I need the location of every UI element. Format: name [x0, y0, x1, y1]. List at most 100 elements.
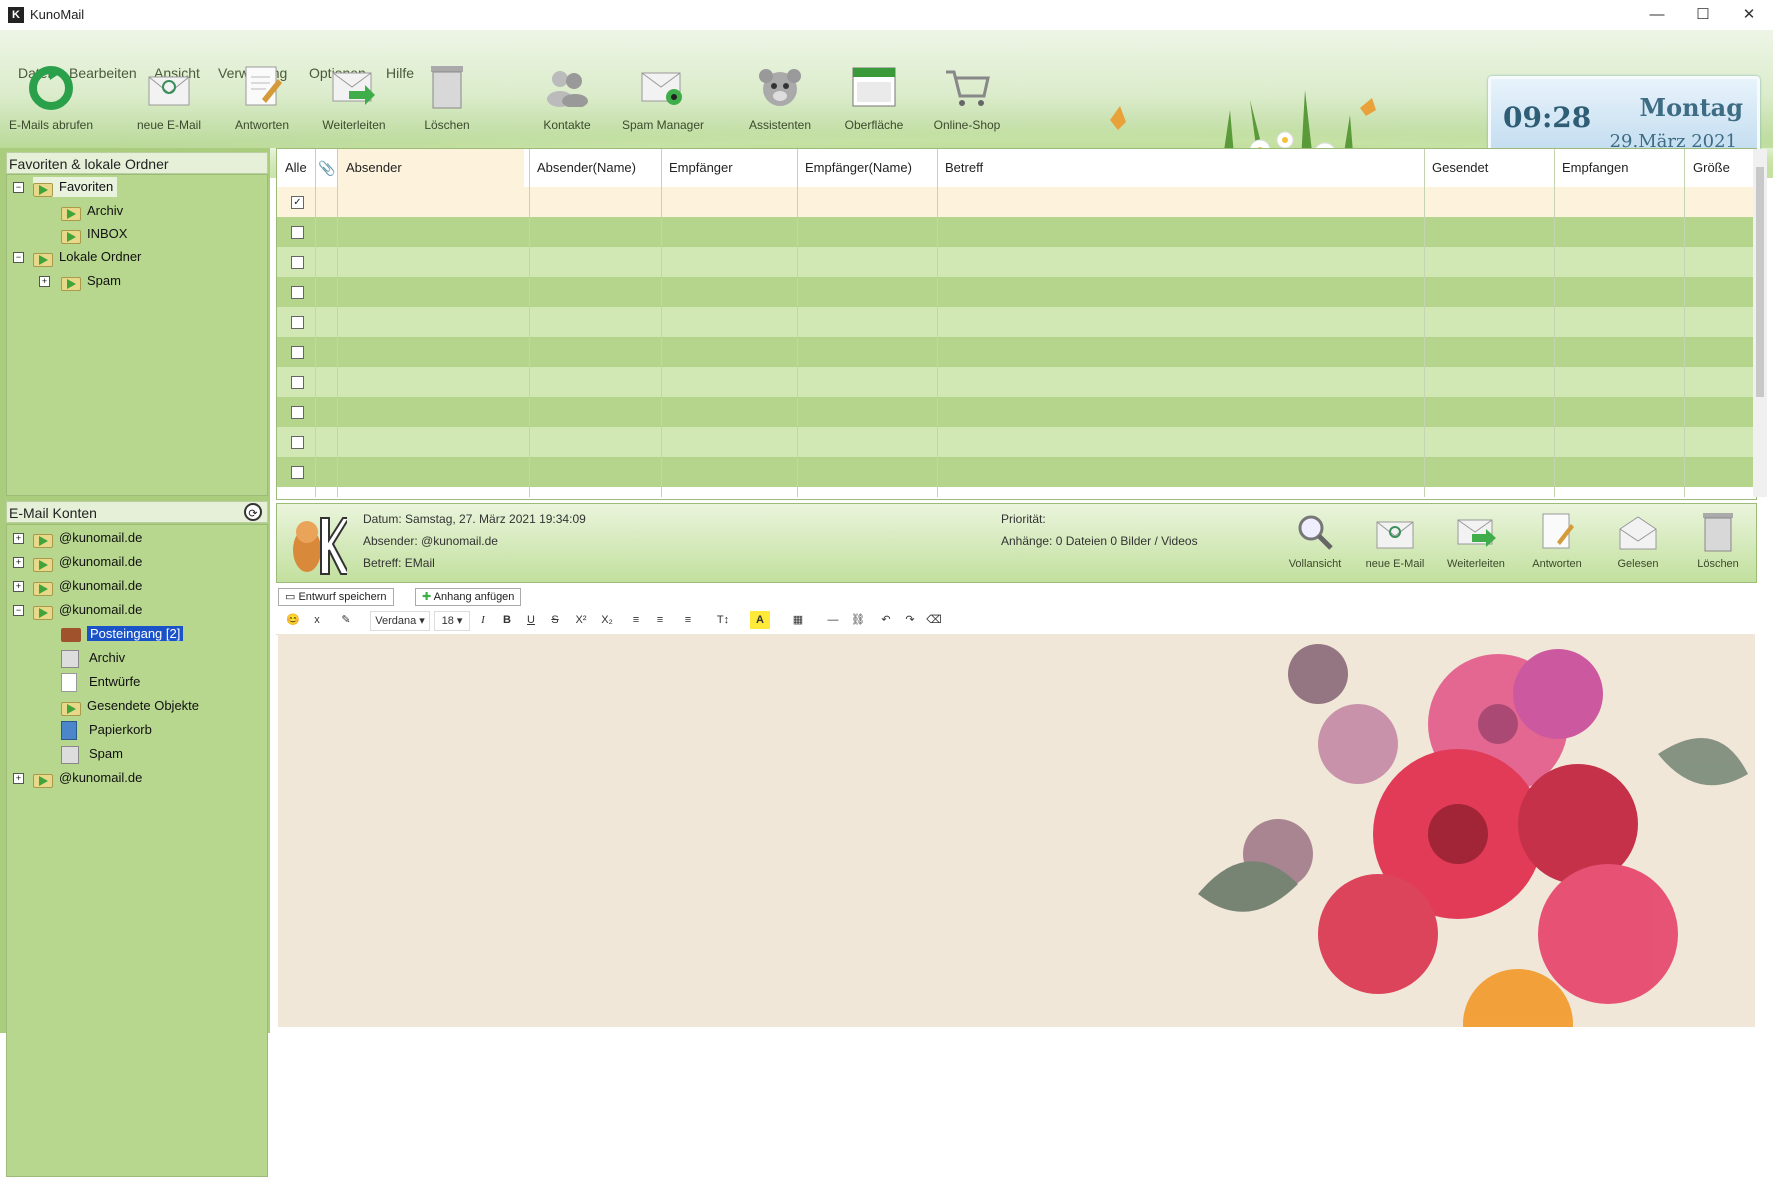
row-checkbox[interactable]: [291, 346, 304, 359]
tree-item-favoriten[interactable]: Favoriten: [33, 177, 118, 197]
preview-new-mail-button[interactable]: neue E-Mail: [1360, 512, 1430, 570]
account-item[interactable]: @kunomail.de: [33, 768, 142, 788]
sync-icon[interactable]: ⟳: [244, 503, 262, 521]
attach-file-tab[interactable]: ✚ Anhang anfügen: [415, 588, 522, 606]
tree-item-spam[interactable]: Spam: [61, 271, 121, 291]
font-size-select[interactable]: 18 ▾: [434, 611, 470, 631]
align-button[interactable]: ≡: [674, 611, 702, 629]
col-empfaenger[interactable]: Empfänger: [669, 149, 733, 187]
scrollbar-thumb[interactable]: [1756, 167, 1764, 397]
account-item[interactable]: @kunomail.de: [33, 552, 142, 572]
tree-item-lokale-ordner[interactable]: Lokale Ordner: [33, 247, 141, 267]
table-button[interactable]: ▦: [784, 611, 812, 629]
col-groesse[interactable]: Größe: [1693, 149, 1730, 187]
close-button[interactable]: ✕: [1726, 0, 1772, 30]
ordered-list-button[interactable]: ≡: [626, 611, 646, 629]
underline-button[interactable]: U: [522, 611, 540, 629]
col-gesendet[interactable]: Gesendet: [1432, 149, 1488, 187]
row-checkbox[interactable]: [291, 286, 304, 299]
row-checkbox[interactable]: [291, 226, 304, 239]
attachment-icon[interactable]: 📎: [318, 149, 335, 187]
text-size-button[interactable]: T↕: [708, 611, 738, 629]
toolbar-fetch-mail-button[interactable]: E-Mails abrufen: [8, 64, 94, 144]
table-row[interactable]: [277, 307, 1753, 337]
toolbar-contacts-button[interactable]: Kontakte: [524, 64, 610, 144]
collapse-icon[interactable]: −: [13, 252, 24, 263]
preview-forward-button[interactable]: Weiterleiten: [1441, 512, 1511, 570]
col-empfangen[interactable]: Empfangen: [1562, 149, 1629, 187]
toolbar-spam-manager-button[interactable]: Spam Manager: [620, 64, 706, 144]
account-item[interactable]: @kunomail.de: [33, 576, 142, 596]
remove-format-button[interactable]: x: [308, 611, 326, 629]
clear-button[interactable]: ⌫: [924, 611, 944, 629]
text-color-button[interactable]: A: [750, 611, 770, 629]
table-row[interactable]: [277, 367, 1753, 397]
table-row[interactable]: ✓: [277, 187, 1753, 217]
account-item[interactable]: @kunomail.de: [33, 600, 142, 620]
row-checkbox[interactable]: [291, 376, 304, 389]
folder-posteingang[interactable]: Posteingang [2]: [61, 624, 184, 644]
link-button[interactable]: ⛓: [848, 611, 868, 629]
row-checkbox[interactable]: [291, 466, 304, 479]
redo-button[interactable]: ↷: [900, 611, 920, 629]
toolbar-theme-button[interactable]: Oberfläche: [831, 64, 917, 144]
italic-button[interactable]: I: [474, 611, 492, 629]
col-empfaenger-name[interactable]: Empfänger(Name): [805, 149, 912, 187]
list-scrollbar[interactable]: [1753, 149, 1767, 497]
table-row[interactable]: [277, 397, 1753, 427]
horizontal-rule-button[interactable]: —: [824, 611, 842, 629]
subscript-button[interactable]: X₂: [596, 611, 618, 629]
toolbar-new-mail-button[interactable]: neue E-Mail: [126, 64, 212, 144]
preview-reply-button[interactable]: Antworten: [1522, 512, 1592, 570]
expand-icon[interactable]: +: [13, 557, 24, 568]
account-item[interactable]: @kunomail.de: [33, 528, 142, 548]
magic-wand-button[interactable]: ✎: [332, 611, 360, 629]
collapse-icon[interactable]: −: [13, 605, 24, 616]
table-row[interactable]: [277, 457, 1753, 487]
editor-body[interactable]: [278, 634, 1755, 1027]
tree-item-archiv[interactable]: Archiv: [61, 201, 123, 221]
folder-spam[interactable]: Spam: [61, 744, 123, 764]
row-checkbox[interactable]: ✓: [291, 196, 304, 209]
strikethrough-button[interactable]: S: [546, 611, 564, 629]
row-checkbox[interactable]: [291, 316, 304, 329]
row-checkbox[interactable]: [291, 406, 304, 419]
folder-gesendet[interactable]: Gesendete Objekte: [61, 696, 199, 716]
unordered-list-button[interactable]: ≡: [650, 611, 670, 629]
expand-icon[interactable]: +: [13, 581, 24, 592]
toolbar-reply-button[interactable]: Antworten: [219, 64, 305, 144]
expand-icon[interactable]: +: [13, 533, 24, 544]
editor-scrollbar[interactable]: [1741, 634, 1755, 1027]
folder-archiv[interactable]: Archiv: [61, 648, 125, 668]
superscript-button[interactable]: X²: [570, 611, 592, 629]
preview-delete-button[interactable]: Löschen: [1683, 512, 1753, 570]
expand-icon[interactable]: +: [39, 276, 50, 287]
tree-item-inbox[interactable]: INBOX: [61, 224, 127, 244]
toolbar-forward-button[interactable]: Weiterleiten: [311, 64, 397, 144]
maximize-button[interactable]: ☐: [1680, 0, 1726, 30]
table-row[interactable]: [277, 217, 1753, 247]
preview-fullview-button[interactable]: Vollansicht: [1280, 512, 1350, 570]
folder-papierkorb[interactable]: Papierkorb: [61, 720, 152, 741]
row-checkbox[interactable]: [291, 436, 304, 449]
minimize-button[interactable]: —: [1634, 0, 1680, 30]
table-row[interactable]: [277, 427, 1753, 457]
preview-read-button[interactable]: Gelesen: [1603, 512, 1673, 570]
table-row[interactable]: [277, 277, 1753, 307]
toolbar-delete-button[interactable]: Löschen: [404, 64, 490, 144]
bold-button[interactable]: B: [498, 611, 516, 629]
folder-entwuerfe[interactable]: Entwürfe: [61, 672, 140, 693]
col-betreff[interactable]: Betreff: [945, 149, 983, 187]
font-family-select[interactable]: Verdana ▾: [370, 611, 430, 631]
toolbar-assistant-button[interactable]: Assistenten: [737, 64, 823, 144]
expand-icon[interactable]: +: [13, 773, 24, 784]
emoji-button[interactable]: 😊: [282, 611, 304, 629]
table-row[interactable]: [277, 247, 1753, 277]
col-absender[interactable]: Absender: [346, 149, 402, 187]
row-checkbox[interactable]: [291, 256, 304, 269]
save-draft-tab[interactable]: ▭ Entwurf speichern: [278, 588, 394, 606]
col-alle[interactable]: Alle: [285, 149, 307, 187]
col-absender-name[interactable]: Absender(Name): [537, 149, 636, 187]
toolbar-online-shop-button[interactable]: Online-Shop: [924, 64, 1010, 144]
table-row[interactable]: [277, 337, 1753, 367]
